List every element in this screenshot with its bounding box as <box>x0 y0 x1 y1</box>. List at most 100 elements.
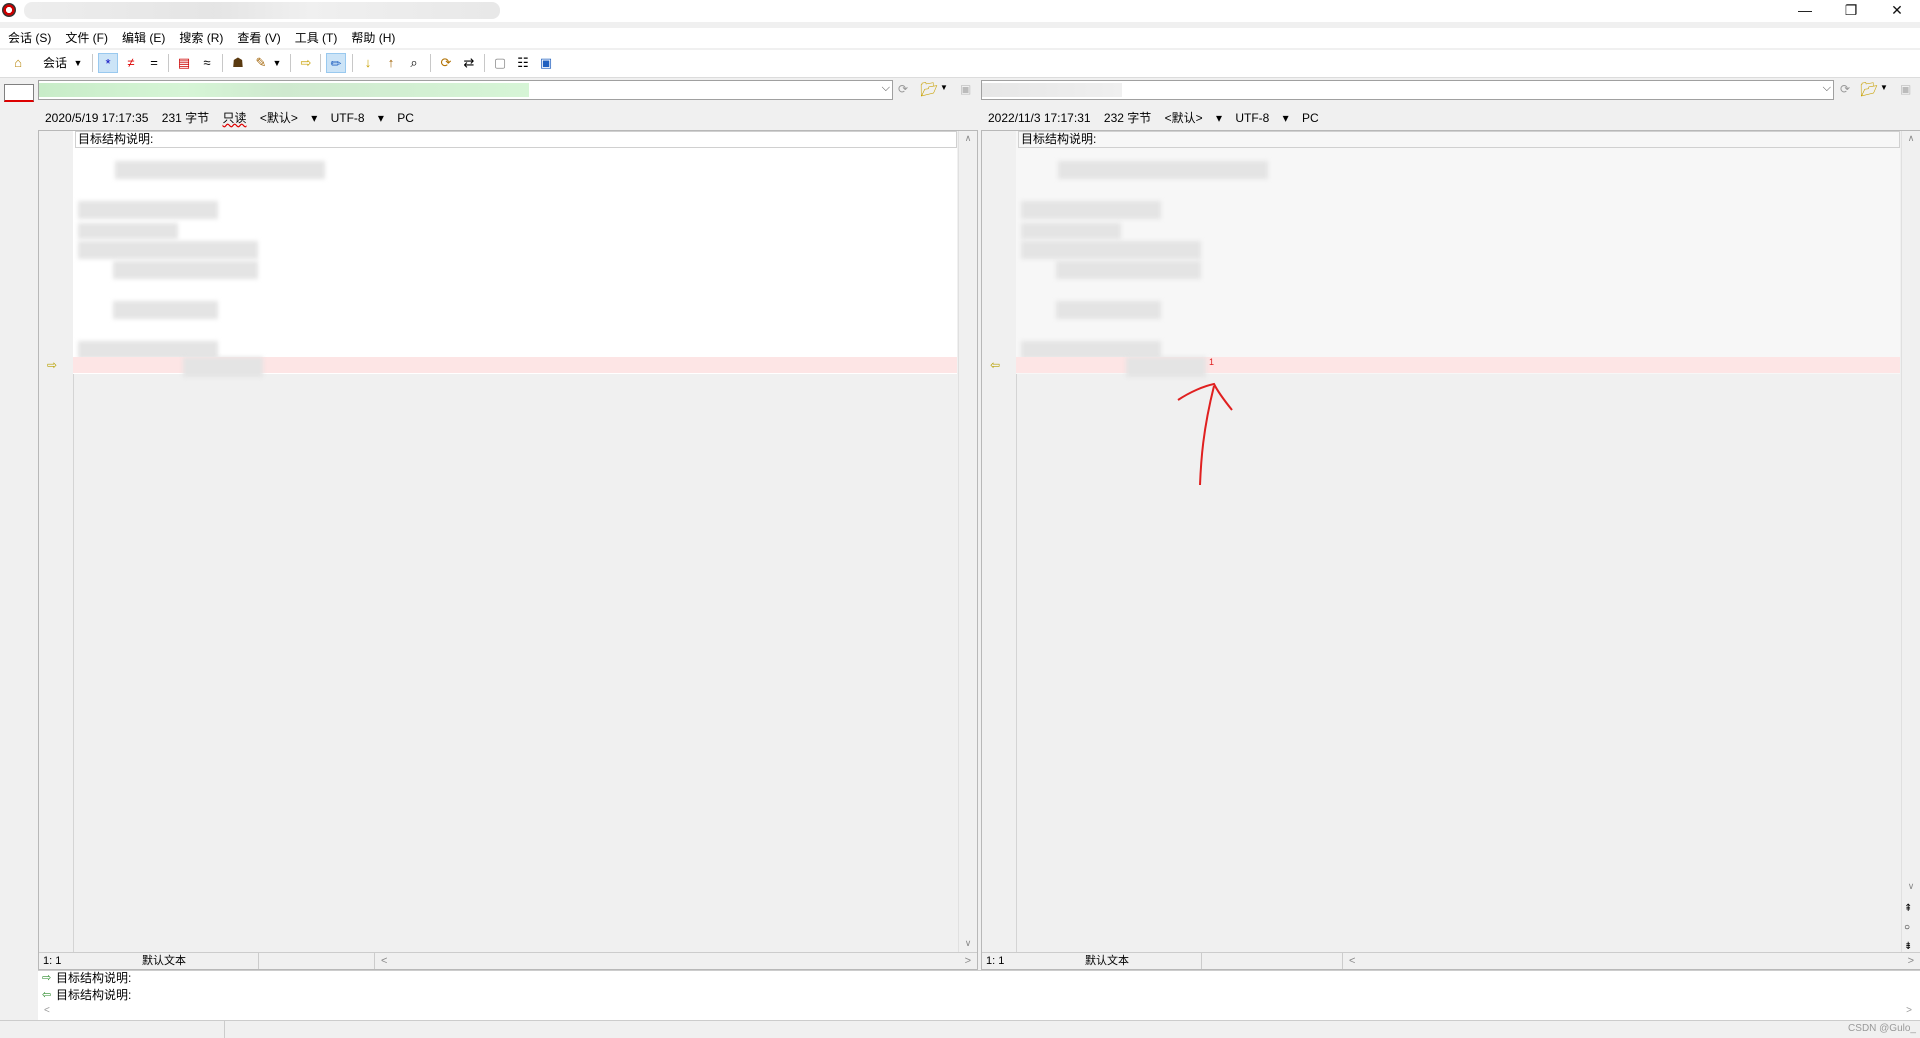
path-go-icon[interactable]: ⟳ <box>1840 82 1850 96</box>
redacted-text <box>78 201 218 219</box>
refresh-icon[interactable]: ⟳ <box>436 53 456 73</box>
annotation-arrow <box>1177 382 1233 486</box>
menu-tools[interactable]: 工具 (T) <box>287 28 344 48</box>
left-horizontal-scrollbar[interactable]: < > <box>374 953 977 969</box>
left-date: 2020/5/19 17:17:35 <box>45 111 149 125</box>
save-icon[interactable]: ▣ <box>536 53 556 73</box>
open-folder-icon[interactable]: 📂︎ <box>1860 81 1878 98</box>
redacted-text <box>78 241 258 259</box>
redacted-text <box>113 301 218 319</box>
left-status-bar: 1: 1 默认文本 < > <box>39 952 977 969</box>
redacted-text <box>113 261 258 279</box>
chevron-down-icon[interactable]: ⌵ <box>882 82 890 95</box>
expand-icon[interactable]: ▢ <box>490 53 510 73</box>
toolbar-separator <box>92 54 93 72</box>
user-icon[interactable]: ☗ <box>228 53 248 73</box>
right-diff-arrow-icon: ⇦ <box>990 358 1001 372</box>
toolbar-separator <box>352 54 353 72</box>
right-vertical-scrollbar[interactable]: ∧ ∨ <box>1901 131 1920 969</box>
right-first-line: 目标结构说明: <box>1018 131 1900 148</box>
left-text-area[interactable]: 目标结构说明: <box>73 131 957 374</box>
right-format-select[interactable]: <默认> ▾ <box>1165 111 1222 125</box>
left-editor-pane[interactable]: 目标结构说明: ⇨ ∧ ∨ 1: 1 默认文本 < > <box>38 130 978 970</box>
minimize-button[interactable]: — <box>1782 0 1828 22</box>
right-horizontal-scrollbar[interactable]: < > <box>1342 953 1920 969</box>
compare-horizontal-scrollbar[interactable]: < > <box>38 1005 1920 1019</box>
edit-icon[interactable]: ✏ <box>326 53 346 73</box>
next-diff-icon[interactable]: ↓ <box>358 53 378 73</box>
show-all-icon[interactable]: * <box>98 53 118 73</box>
window-title-redacted <box>24 2 500 19</box>
format-icon[interactable]: ✎ <box>251 53 271 73</box>
restore-button[interactable]: ❐ <box>1828 0 1874 22</box>
rules-icon[interactable]: ≈ <box>197 53 217 73</box>
compare-left-arrow-icon: ⇨ <box>42 972 52 984</box>
toolbar-separator <box>430 54 431 72</box>
find-icon[interactable]: ⌕ <box>404 53 424 73</box>
right-path-redacted <box>982 83 1122 97</box>
toolbar-separator <box>222 54 223 72</box>
chevron-down-icon[interactable]: ⌵ <box>1823 82 1831 95</box>
left-format-select[interactable]: <默认> ▾ <box>260 111 317 125</box>
right-editor-pane[interactable]: 目标结构说明: 1 ⇦ ∧ ∨ 1: 1 默认文本 < > <box>981 130 1920 970</box>
show-same-icon[interactable]: = <box>144 53 164 73</box>
next-section-icon[interactable]: ⇨ <box>296 53 316 73</box>
right-cursor-pos: 1: 1 <box>986 955 1005 967</box>
left-vertical-scrollbar[interactable]: ∧ ∨ <box>958 131 977 969</box>
details-icon[interactable]: ☷ <box>513 53 533 73</box>
close-button[interactable]: ✕ <box>1874 0 1920 22</box>
left-gutter <box>39 131 74 969</box>
left-eol[interactable]: PC <box>397 111 414 125</box>
redacted-text <box>1021 223 1121 239</box>
redacted-text <box>1126 357 1206 377</box>
compare-icon[interactable]: ▤ <box>174 53 194 73</box>
right-text-mode: 默认文本 <box>1085 955 1129 967</box>
session-dropdown-icon[interactable]: ▼ <box>72 53 84 73</box>
left-file-info: 2020/5/19 17:17:35 231 字节 只读 <默认> ▾ UTF-… <box>45 109 424 127</box>
menu-search[interactable]: 搜索 (R) <box>171 28 229 48</box>
save-right-icon[interactable]: ▣ <box>1900 82 1911 96</box>
save-left-icon[interactable]: ▣ <box>960 82 971 96</box>
redacted-text <box>1056 261 1201 279</box>
swap-icon[interactable]: ⇄ <box>459 53 479 73</box>
toolbar-separator <box>320 54 321 72</box>
first-diff-icon[interactable]: ⇞ <box>1904 903 1912 914</box>
home-icon[interactable]: ⌂ <box>8 53 28 73</box>
diff-char: 1 <box>1209 357 1215 367</box>
redacted-text <box>1021 241 1201 259</box>
title-bar: — ❐ ✕ <box>0 0 1920 22</box>
left-encoding-select[interactable]: UTF-8 ▾ <box>331 111 384 125</box>
left-readonly[interactable]: 只读 <box>222 111 246 125</box>
menu-help[interactable]: 帮助 (H) <box>343 28 401 48</box>
right-eol[interactable]: PC <box>1302 111 1319 125</box>
toolbar-separator <box>290 54 291 72</box>
open-dropdown-icon[interactable]: ▼ <box>1880 83 1888 92</box>
redacted-text <box>78 223 178 239</box>
prev-diff-icon[interactable]: ↑ <box>381 53 401 73</box>
redacted-text <box>1021 201 1161 219</box>
left-diff-arrow-icon: ⇨ <box>47 358 58 372</box>
menu-session[interactable]: 会话 (S) <box>0 28 57 48</box>
right-path-input[interactable]: ⌵ <box>981 80 1834 100</box>
menu-edit[interactable]: 编辑 (E) <box>114 28 171 48</box>
menu-view[interactable]: 查看 (V) <box>229 28 286 48</box>
redacted-text <box>183 357 263 377</box>
menu-bar: 会话 (S) 文件 (F) 编辑 (E) 搜索 (R) 查看 (V) 工具 (T) 帮助 (… <box>0 28 1920 48</box>
format-dropdown-icon[interactable]: ▼ <box>272 53 282 73</box>
toolbar-separator <box>484 54 485 72</box>
path-go-icon[interactable]: ⟳ <box>898 82 908 96</box>
menu-file[interactable]: 文件 (F) <box>57 28 114 48</box>
left-path-redacted <box>39 83 529 97</box>
right-text-area[interactable]: 目标结构说明: <box>1016 131 1900 374</box>
redacted-text <box>1058 161 1268 179</box>
open-dropdown-icon[interactable]: ▼ <box>940 83 948 92</box>
last-diff-icon[interactable]: ⇟ <box>1904 941 1912 952</box>
right-file-info: 2022/11/3 17:17:31 232 字节 <默认> ▾ UTF-8 ▾… <box>988 109 1329 127</box>
current-diff-icon[interactable]: ○ <box>1904 922 1910 933</box>
left-path-input[interactable]: ⌵ <box>38 80 893 100</box>
left-text-mode: 默认文本 <box>142 955 186 967</box>
show-diff-icon[interactable]: ≠ <box>121 53 141 73</box>
open-folder-icon[interactable]: 📂︎ <box>920 81 938 98</box>
right-encoding-select[interactable]: UTF-8 ▾ <box>1235 111 1288 125</box>
session-button[interactable]: 会话 <box>38 53 72 73</box>
